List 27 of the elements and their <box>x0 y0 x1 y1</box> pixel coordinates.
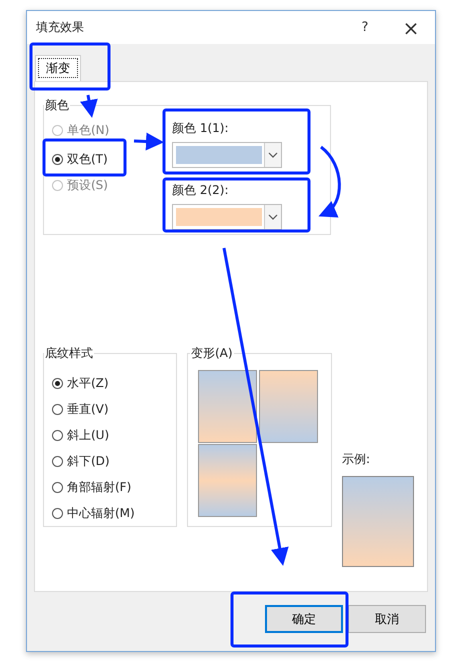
sample-label: 示例: <box>342 451 372 468</box>
color-dropdown[interactable] <box>172 204 282 230</box>
help-button[interactable]: ? <box>355 20 375 35</box>
radio-option[interactable]: 垂直(V) <box>52 396 168 422</box>
annotation-arrow <box>134 132 164 150</box>
annotation-arrow <box>318 146 341 218</box>
caret-icon <box>264 205 281 229</box>
radio-option[interactable]: 双色(T) <box>52 146 172 172</box>
radio-option[interactable]: 斜下(D) <box>52 448 168 474</box>
group-label: 底纹样式 <box>44 345 94 362</box>
radio-option[interactable]: 斜上(U) <box>52 422 168 448</box>
radio-option[interactable]: 水平(Z) <box>52 370 168 396</box>
color-label: 颜色 1(1): <box>172 120 230 137</box>
color-dropdown[interactable] <box>172 142 282 168</box>
radio-option[interactable]: 中心辐射(M) <box>52 500 168 526</box>
close-button[interactable]: × <box>399 16 423 40</box>
gradient-variant[interactable] <box>198 370 257 443</box>
color-label: 颜色 2(2): <box>172 182 230 199</box>
annotation-arrow <box>80 94 98 118</box>
ok-button[interactable]: 确定 <box>265 605 343 633</box>
radio-option[interactable]: 角部辐射(F) <box>52 474 168 500</box>
group-label: 颜色 <box>44 97 70 114</box>
tab[interactable]: 渐变 <box>35 55 81 81</box>
group-label: 变形(A) <box>190 345 234 362</box>
cancel-button[interactable]: 取消 <box>348 605 426 633</box>
window-title: 填充效果 <box>36 19 85 36</box>
caret-icon <box>264 143 281 167</box>
